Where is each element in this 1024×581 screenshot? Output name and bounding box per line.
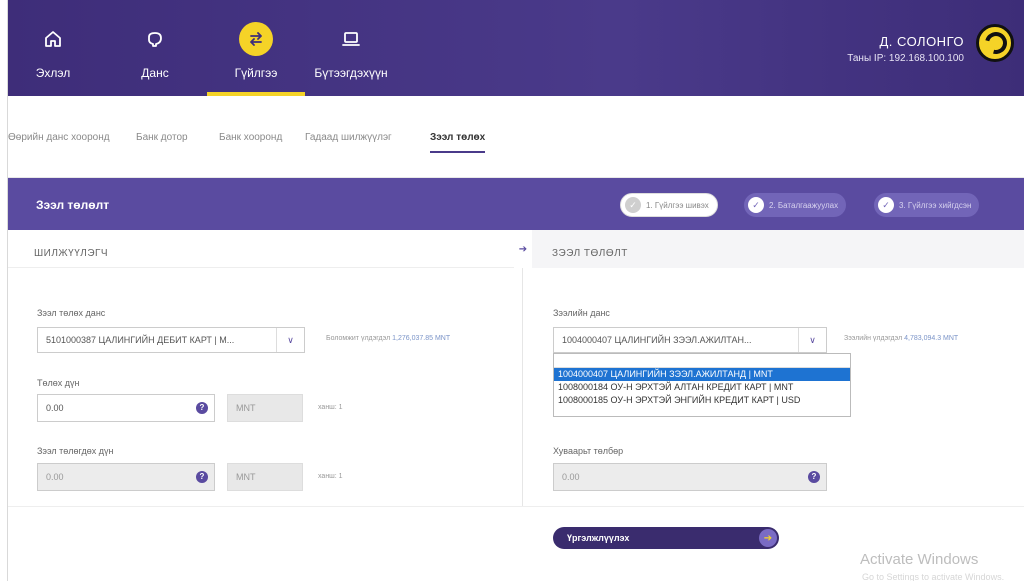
subtab-loan-payment[interactable]: Зээл төлөх [430,132,486,153]
nav-item-home[interactable]: Эхлэл [28,0,78,96]
pay-account-label: Зээл төлөх данс [37,308,106,318]
loan-balance-label: Зээлийн үлдэгдэл [844,335,903,342]
window-left-edge [0,0,8,581]
schedule-payment-value: 0.00 [562,472,580,482]
transaction-subtabs: Өөрийн данс хооронд Банк дотор Банк хоор… [8,96,1024,178]
dropdown-option[interactable]: 1004000407 ЦАЛИНГИЙН ЗЭЭЛ.АЖИЛТАНД | MNT [554,368,850,381]
chevron-down-icon: ∨ [798,328,826,352]
loan-amount-label: Зээл төлөгдөх дүн [37,446,114,456]
nav-label-home: Эхлэл [35,66,71,80]
loan-account-select[interactable]: 1004000407 ЦАЛИНГИЙН ЗЭЭЛ.АЖИЛТАН... ∨ [553,327,827,353]
nav-label-transactions: Гүйлгээ [234,66,278,80]
laptop-icon [338,26,364,52]
top-navigation: Эхлэл Данс Гүйлгээ Бүтээгдэхүүн Д. СОЛОН… [8,0,1024,96]
subtab-interbank[interactable]: Банк хооронд [219,132,282,143]
nav-label-accounts: Данс [141,66,169,80]
nav-item-accounts[interactable]: Данс [130,0,180,96]
arrow-right-icon: ➔ [759,529,777,547]
dropdown-search-input[interactable] [554,354,850,368]
loan-account-label: Зээлийн данс [553,308,610,318]
subtab-own-accounts[interactable]: Өөрийн данс хооронд [8,132,110,143]
available-balance-label: Боломжит үлдэгдэл [326,335,391,342]
step-2: ✓ 2. Баталгаажуулах [744,193,847,217]
user-name: Д. СОЛОНГО [879,34,964,49]
subtab-underline [430,151,486,153]
loan-amount-currency: MNT [227,463,303,491]
piggy-icon [142,26,168,52]
nav-label-products: Бүтээгдэхүүн [314,66,388,80]
dropdown-option[interactable]: 1008000185 ОУ-Н ЭРХТЭЙ ЭНГИЙН КРЕДИТ КАР… [554,394,850,407]
check-icon: ✓ [748,197,764,213]
sender-section-header: ШИЛЖҮҮЛЭГЧ [8,230,514,268]
step-3-label: 3. Гүйлгээ хийгдсэн [899,200,972,210]
continue-label: Үргэлжлүүлэх [567,533,630,543]
subtab-within-bank[interactable]: Банк дотор [136,132,188,143]
loan-amount-input: 0.00 ? [37,463,215,491]
schedule-payment-input: 0.00 ? [553,463,827,491]
chevron-down-icon: ∨ [276,328,304,352]
available-balance-amount: 1,276,037.85 MNT [392,335,451,342]
nav-item-transactions[interactable]: Гүйлгээ [207,0,305,96]
subtab-foreign-transfer[interactable]: Гадаад шилжүүлэг [305,132,392,143]
exchange-rate: ханш: 1 [318,404,343,411]
panel-title: Зээл төлөлт [36,198,110,212]
loan-balance-amount: 4,783,094.3 MNT [904,335,959,342]
subtab-loan-payment-label: Зээл төлөх [430,132,486,143]
help-icon[interactable]: ? [808,471,820,483]
windows-watermark-title: Activate Windows [860,551,979,568]
amount-currency: MNT [227,394,303,422]
help-icon[interactable]: ? [196,471,208,483]
user-ip: Таны IP: 192.168.100.100 [847,53,964,64]
bank-logo [976,24,1014,62]
step-3: ✓ 3. Гүйлгээ хийгдсэн [874,193,980,217]
home-icon [40,26,66,52]
arrow-right-icon: ➔ [518,244,528,255]
help-icon[interactable]: ? [196,402,208,414]
panel-header: Зээл төлөлт ✓ 1. Гүйлгээ шивэх ✓ 2. Бата… [8,178,1024,230]
step-1: ✓ 1. Гүйлгээ шивэх [620,193,718,217]
transfer-icon [239,22,273,56]
amount-value: 0.00 [46,403,64,413]
loan-section-header: ЗЭЭЛ ТӨЛӨЛТ [532,230,1024,268]
step-2-label: 2. Баталгаажуулах [769,200,839,210]
loan-amount-value: 0.00 [46,472,64,482]
loan-account-dropdown: 1004000407 ЦАЛИНГИЙН ЗЭЭЛ.АЖИЛТАНД | MNT… [553,353,851,417]
schedule-payment-label: Хуваарьт төлбөр [553,446,624,456]
loan-account-value: 1004000407 ЦАЛИНГИЙН ЗЭЭЛ.АЖИЛТАН... [562,335,752,345]
check-icon: ✓ [878,197,894,213]
step-1-label: 1. Гүйлгээ шивэх [646,200,709,210]
amount-label: Төлөх дүн [37,378,80,388]
pay-account-value: 5101000387 ЦАЛИНГИЙН ДЕБИТ КАРТ | M... [46,335,235,345]
available-balance: Боломжит үлдэгдэл 1,276,037.85 MNT [326,335,450,342]
footer-area [8,506,1024,581]
dropdown-option[interactable]: 1008000184 ОУ-Н ЭРХТЭЙ АЛТАН КРЕДИТ КАРТ… [554,381,850,394]
windows-watermark-sub: Go to Settings to activate Windows. [862,572,1005,581]
exchange-rate-2: ханш: 1 [318,473,343,480]
check-icon: ✓ [625,197,641,213]
loan-balance: Зээлийн үлдэгдэл 4,783,094.3 MNT [844,335,958,342]
pay-account-select[interactable]: 5101000387 ЦАЛИНГИЙН ДЕБИТ КАРТ | M... ∨ [37,327,305,353]
amount-input[interactable]: 0.00 ? [37,394,215,422]
nav-item-products[interactable]: Бүтээгдэхүүн [313,0,389,96]
continue-button[interactable]: Үргэлжлүүлэх ➔ [553,527,779,549]
